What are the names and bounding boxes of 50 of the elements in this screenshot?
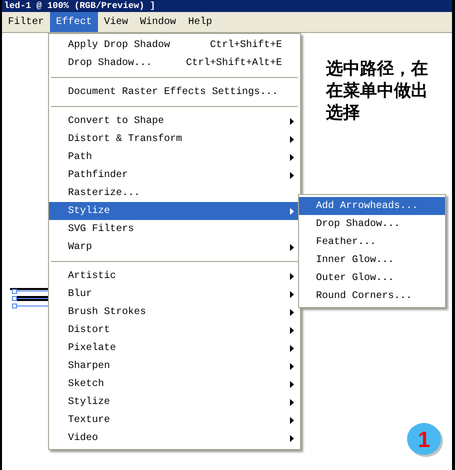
- menu-item[interactable]: Stylize: [49, 202, 300, 220]
- menu-item[interactable]: Sketch: [49, 375, 300, 393]
- menu-bar-item[interactable]: Effect: [50, 12, 98, 32]
- menu-item[interactable]: Warp: [49, 238, 300, 256]
- menu-item[interactable]: Video: [49, 429, 300, 447]
- submenu-arrow-icon: [290, 154, 294, 160]
- menu-item[interactable]: SVG Filters: [49, 220, 300, 238]
- window-title: led-1 @ 100% (RGB/Preview) ]: [2, 0, 452, 12]
- submenu-arrow-icon: [290, 136, 294, 142]
- menu-item[interactable]: Distort & Transform: [49, 130, 300, 148]
- menu-bar-item[interactable]: Window: [134, 12, 182, 32]
- submenu-arrow-icon: [290, 308, 294, 316]
- menu-item[interactable]: Apply Drop Shadow Ctrl+Shift+E: [49, 36, 300, 54]
- menu-item[interactable]: Stylize: [49, 393, 300, 411]
- menu-item[interactable]: Rasterize...: [49, 184, 300, 202]
- menu-item[interactable]: Round Corners...: [299, 287, 445, 305]
- menu-item[interactable]: Blur: [49, 285, 300, 303]
- submenu-arrow-icon: [290, 416, 294, 424]
- menu-bar-item[interactable]: Help: [182, 12, 218, 32]
- menu-item[interactable]: Pixelate: [49, 339, 300, 357]
- menu-item[interactable]: Sharpen: [49, 357, 300, 375]
- menu-bar-item[interactable]: Filter: [2, 12, 50, 32]
- menu-item[interactable]: Drop Shadow... Ctrl+Shift+Alt+E: [49, 54, 300, 72]
- menu-item[interactable]: Feather...: [299, 233, 445, 251]
- submenu-arrow-icon: [290, 208, 294, 214]
- annotation-text: 选中路径，在在菜单中做出选择: [326, 58, 429, 124]
- menu-item[interactable]: Document Raster Effects Settings...: [49, 83, 300, 101]
- menu-item[interactable]: Distort: [49, 321, 300, 339]
- submenu-arrow-icon: [290, 326, 294, 334]
- menu-item[interactable]: Outer Glow...: [299, 269, 445, 287]
- submenu-arrow-icon: [290, 362, 294, 370]
- menu-item[interactable]: Drop Shadow...: [299, 215, 445, 233]
- submenu-arrow-icon: [290, 380, 294, 388]
- menu-item[interactable]: Texture: [49, 411, 300, 429]
- submenu-arrow-icon: [290, 434, 294, 442]
- menu-item[interactable]: Artistic: [49, 267, 300, 285]
- submenu-arrow-icon: [290, 398, 294, 406]
- menu-item[interactable]: Add Arrowheads...: [299, 197, 445, 215]
- menu-item[interactable]: Brush Strokes: [49, 303, 300, 321]
- menu-item[interactable]: Inner Glow...: [299, 251, 445, 269]
- menu-item[interactable]: Pathfinder: [49, 166, 300, 184]
- submenu-arrow-icon: [290, 172, 294, 178]
- menu-bar-item[interactable]: View: [98, 12, 134, 32]
- submenu-arrow-icon: [290, 272, 294, 280]
- submenu-arrow-icon: [290, 244, 294, 250]
- menu-item[interactable]: Convert to Shape: [49, 112, 300, 130]
- menu-item[interactable]: Path: [49, 148, 300, 166]
- submenu-arrow-icon: [290, 344, 294, 352]
- submenu-arrow-icon: [290, 118, 294, 124]
- submenu-arrow-icon: [290, 290, 294, 298]
